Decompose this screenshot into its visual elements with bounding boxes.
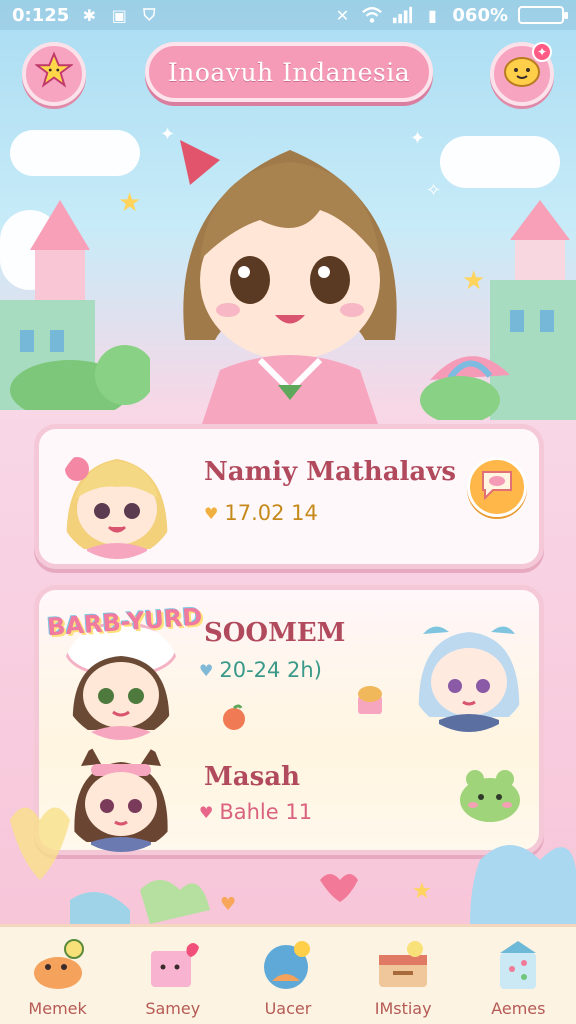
nav-item-memek[interactable]: Memek (6, 937, 110, 1018)
food-icon (28, 937, 88, 993)
deco-star: ★ (118, 188, 142, 218)
status-bar: 0:125 ✱ ▣ ⛉ ✕ ▮ 060% (0, 0, 576, 30)
nav-item-imstiay[interactable]: IMstiay (351, 937, 455, 1018)
cake-icon (353, 680, 387, 720)
box-icon (373, 937, 433, 993)
hero-scene: ★ ★ ✦ ✦ ✧ (0, 110, 576, 430)
decor-hearts: ★ ♥ (10, 807, 576, 924)
sparkle: ✦ (410, 128, 426, 149)
nav-label: IMstiay (374, 999, 432, 1018)
chat-bubble-icon (479, 468, 515, 507)
favorites-button[interactable] (22, 42, 86, 106)
milk-icon (488, 937, 548, 993)
chat-button[interactable] (467, 457, 527, 517)
avatar (57, 439, 177, 559)
notification-icon: ✱ (82, 5, 96, 25)
gift-icon (143, 937, 203, 993)
main-character (180, 140, 397, 430)
battery-icon (518, 6, 568, 24)
nav-item-aemes[interactable]: Aemes (466, 937, 570, 1018)
heart-icon: ♥ (199, 660, 214, 680)
cloud (440, 136, 560, 188)
castle-right (420, 200, 576, 420)
notification-badge: ✦ (532, 42, 552, 62)
profile-card[interactable]: Namiy Mathalavs ♥ 17.02 14 (34, 424, 544, 569)
nav-label: Memek (28, 999, 87, 1018)
star-icon (33, 50, 75, 98)
sparkle: ✧ (426, 180, 442, 201)
status-right: ✕ ▮ 060% (332, 4, 568, 26)
profile-button[interactable]: ✦ (490, 42, 554, 106)
signal-icon (392, 5, 413, 25)
profile-name: Namiy Mathalavs (204, 457, 457, 487)
nav-item-samey[interactable]: Samey (121, 937, 225, 1018)
friend-name: SOOMEM (204, 618, 346, 648)
nav-label: Samey (145, 999, 201, 1018)
profile-meta-text: 17.02 14 (224, 501, 318, 525)
battery-text: 060% (452, 4, 508, 26)
status-time: 0:125 (12, 4, 70, 26)
friend-meta-text: 20-24 2h) (219, 658, 322, 682)
message-icon: ▣ (111, 5, 127, 25)
svg-text:♥: ♥ (220, 894, 236, 915)
castle-left (0, 200, 150, 410)
friend-name: Masah (204, 762, 301, 792)
ball-icon (258, 937, 318, 993)
wifi-icon (362, 5, 383, 25)
status-left: 0:125 ✱ ▣ ⛉ (12, 5, 159, 26)
mute-icon: ✕ (335, 5, 350, 25)
nav-label: Uacer (264, 999, 312, 1018)
nav-label: Aemes (491, 999, 546, 1018)
heart-icon: ♥ (204, 503, 219, 523)
sparkle: ✦ (160, 124, 176, 145)
svg-text:★: ★ (412, 879, 432, 904)
bottom-nav: Memek Samey Uacer IMstiay Aemes (0, 924, 576, 1024)
profile-meta: ♥ 17.02 14 (204, 501, 318, 525)
friend-meta: ♥ 20-24 2h) (199, 658, 322, 682)
cloud (10, 130, 140, 176)
avatar (409, 612, 529, 732)
deco-star: ★ (462, 266, 486, 296)
apple-icon (219, 702, 249, 736)
card-badge-text: BARB-YURD (46, 602, 204, 642)
nav-item-uacer[interactable]: Uacer (236, 937, 340, 1018)
app-title: Inoavuh Indanesia (145, 42, 433, 102)
sim-icon: ▮ (427, 5, 437, 25)
shield-icon: ⛉ (143, 5, 156, 24)
